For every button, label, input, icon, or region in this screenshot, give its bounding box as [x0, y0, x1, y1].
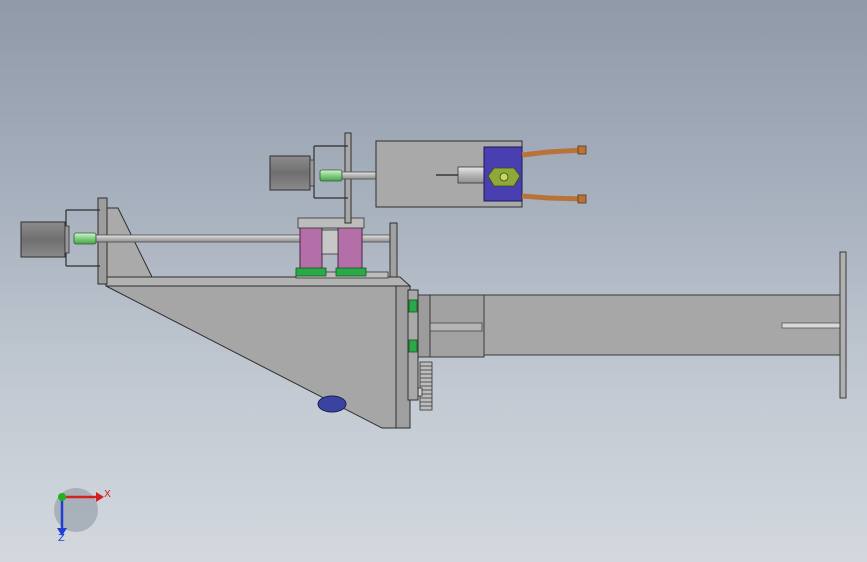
bolt-green-upper — [408, 299, 418, 313]
horizontal-beam-assembly[interactable] — [417, 251, 847, 399]
carriage-nut — [321, 229, 339, 255]
cad-viewport[interactable]: X Z — [0, 0, 867, 562]
drive-motor-blue[interactable] — [317, 395, 347, 413]
y-axis-point — [58, 493, 66, 501]
right-end-plate — [389, 222, 398, 278]
x-arrow-head — [96, 492, 104, 502]
x-axis-label: X — [104, 489, 111, 500]
bolt-green-lower — [408, 339, 418, 353]
triangular-support-frame[interactable] — [103, 276, 419, 429]
shaft-coupler-lower[interactable] — [73, 232, 97, 245]
carriage-bracket-left[interactable] — [299, 225, 323, 273]
carriage-bracket-right[interactable] — [337, 225, 363, 273]
coordinate-triad: X Z — [54, 488, 111, 544]
i-beam-web — [427, 322, 483, 332]
carriage-pad-right — [335, 267, 367, 277]
gripper-jaw-upper[interactable] — [521, 147, 585, 158]
stepper-motor-upper[interactable] — [269, 155, 311, 191]
support-gusset[interactable] — [105, 285, 411, 429]
gripper-assembly[interactable] — [483, 145, 587, 204]
assembly-drawing[interactable]: X Z — [0, 0, 867, 562]
carriage-assembly[interactable] — [295, 217, 367, 277]
beam-slot — [781, 322, 841, 329]
gripper-jaw-lower[interactable] — [521, 193, 585, 202]
shaft-coupler-upper[interactable] — [319, 169, 343, 182]
z-axis-label: Z — [58, 533, 65, 544]
beam-end-plate[interactable] — [839, 251, 847, 399]
stepper-motor-lower[interactable] — [20, 221, 66, 258]
carriage-top-plate — [297, 217, 365, 229]
left-end-bracket — [103, 207, 153, 278]
carriage-pad-left — [295, 267, 327, 277]
actuator-cylinder — [457, 166, 485, 184]
connector-plate — [417, 294, 431, 358]
